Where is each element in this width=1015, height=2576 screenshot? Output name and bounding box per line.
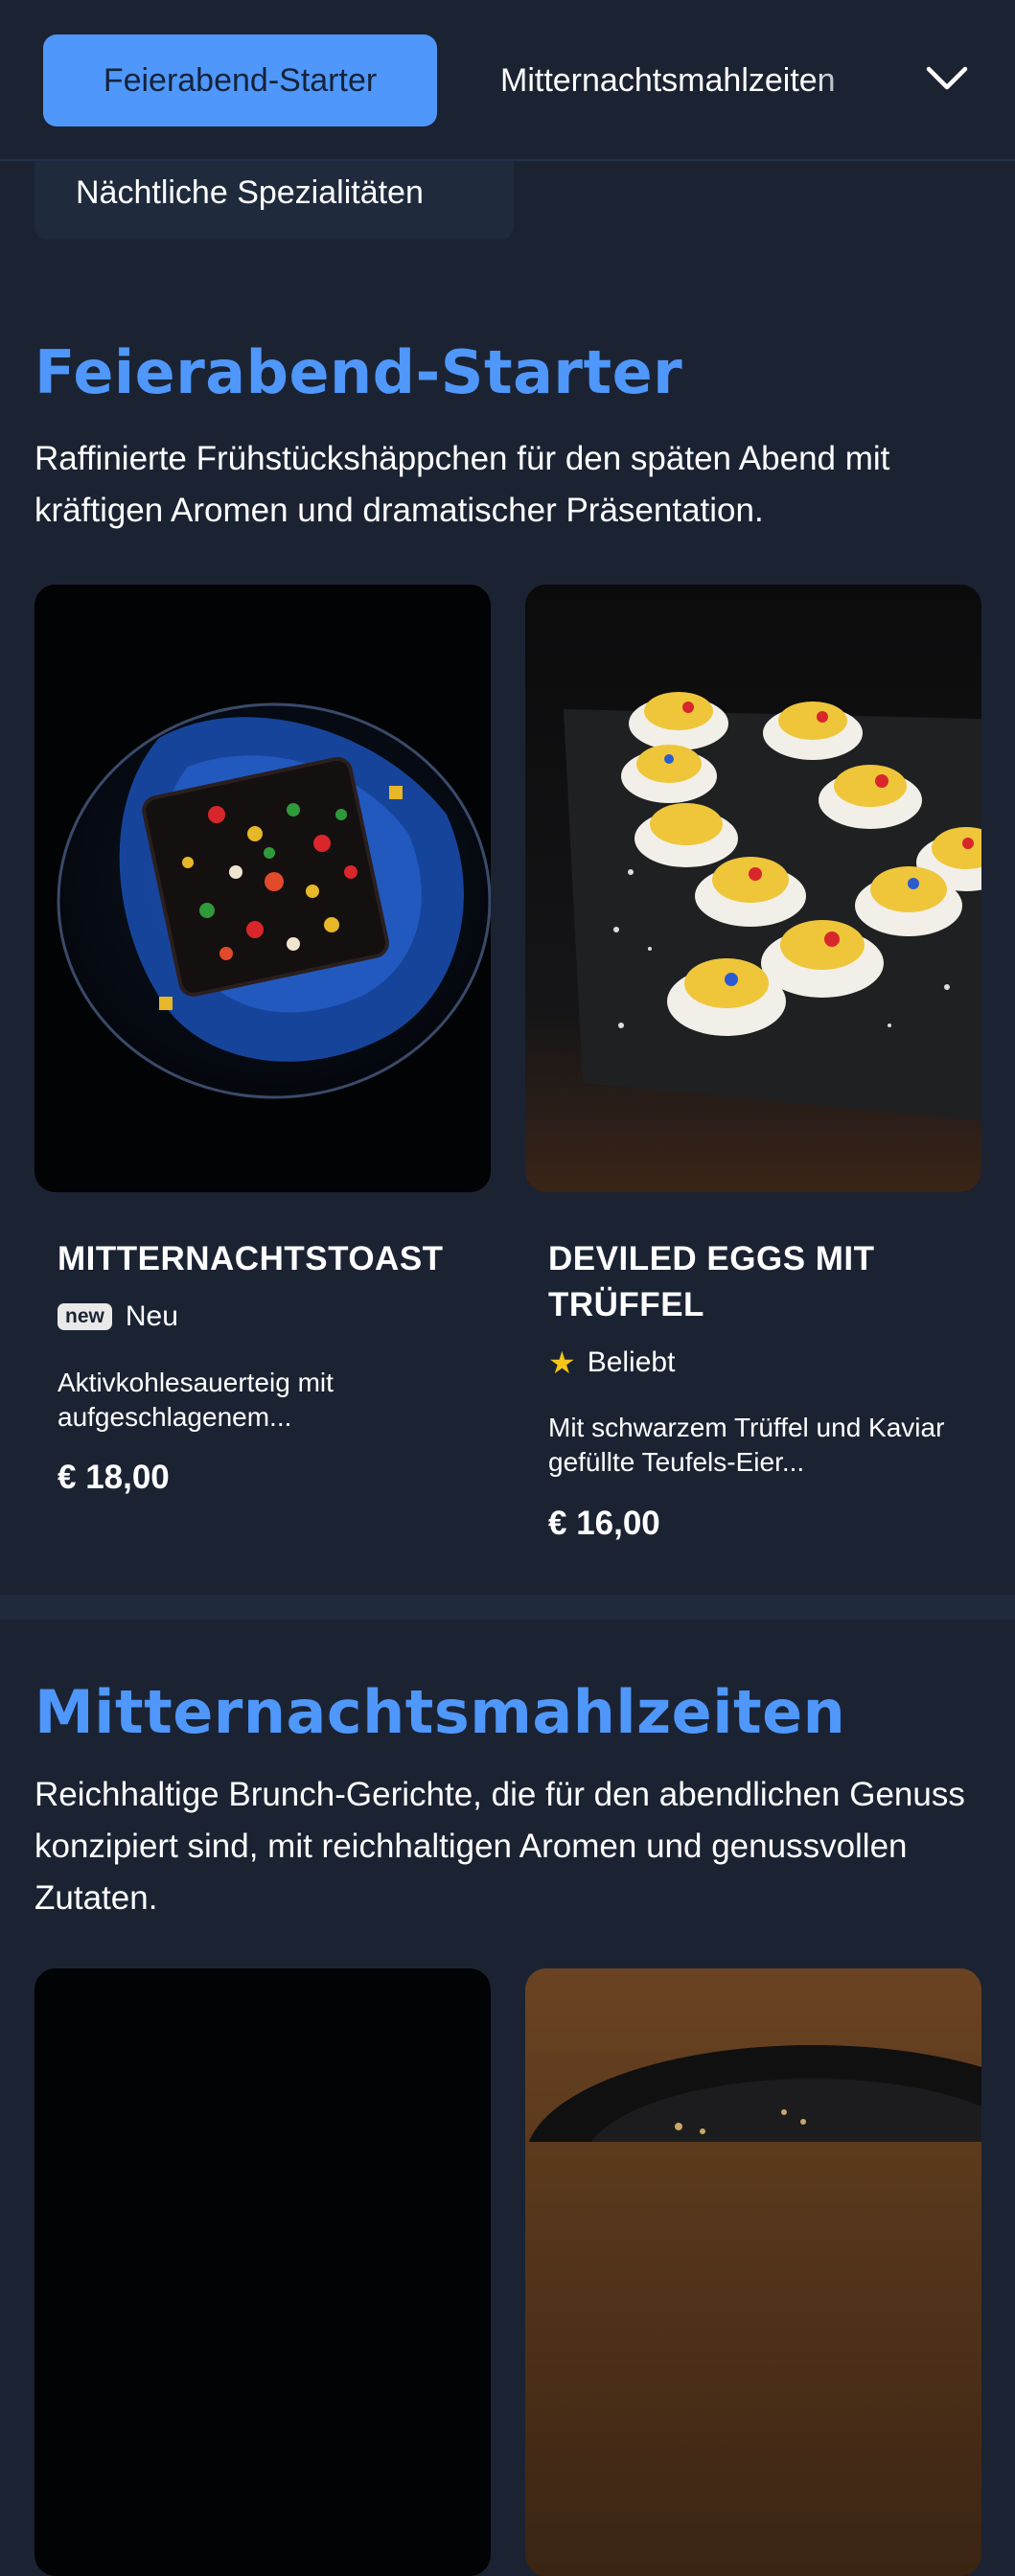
dish-image [525,1968,981,2576]
badge-label: Neu [125,1300,178,1332]
dish-image-deviled-eggs [525,585,981,1192]
section-divider [0,1595,1015,1620]
badge-label: Beliebt [587,1346,676,1378]
star-icon: ★ [548,1346,576,1380]
menu-item-price: € 18,00 [58,1459,170,1496]
new-badge-icon: new [58,1303,112,1330]
dish-image-midnight-toast [35,585,491,1192]
tab-mitternachtsmahlzeiten[interactable]: Mitternachtsmahlzeiten [500,54,903,107]
tab-label: Mitternachtsmahlzeiten [500,62,836,99]
menu-item-card[interactable] [35,1968,491,2576]
dish-image [35,1968,491,2576]
menu-item-price: € 16,00 [548,1505,660,1542]
tab-label: Feierabend-Starter [103,61,378,99]
menu-item-name: DEVILED EGGS MIT TRÜFFEL [548,1240,875,1323]
category-nav-bar: Feierabend-Starter Mitternachtsmahlzeite… [0,0,1015,161]
menu-item-card[interactable]: MITTERNACHTSTOAST new Neu Aktivkohlesaue… [35,585,491,1505]
section-feierabend-starter: Feierabend-Starter Raffinierte Frühstück… [0,0,1015,1595]
menu-item-description: Aktivkohlesauerteig mit aufgeschlagenem.… [58,1368,334,1432]
section-description: Raffinierte Frühstückshäppchen für den s… [35,440,890,529]
menu-item-name: MITTERNACHTSTOAST [58,1240,444,1277]
tab-feierabend-starter[interactable]: Feierabend-Starter [43,34,437,126]
section-mitternachtsmahlzeiten: Mitternachtsmahlzeiten Reichhaltige Brun… [0,1620,1015,2576]
menu-item-badge: new Neu [58,1298,178,1336]
menu-item-badge: ★ Beliebt [548,1344,675,1382]
chevron-down-icon [926,66,968,90]
menu-item-card[interactable] [525,1968,981,2576]
section-title: Feierabend-Starter [35,337,683,407]
more-categories-button[interactable] [918,50,976,107]
section-title: Mitternachtsmahlzeiten [35,1677,846,1747]
menu-item-card[interactable]: DEVILED EGGS MIT TRÜFFEL ★ Beliebt Mit s… [525,585,981,1552]
section-description: Reichhaltige Brunch-Gerichte, die für de… [35,1776,965,1917]
menu-item-description: Mit schwarzem Trüffel und Kaviar gefüllt… [548,1413,945,1477]
